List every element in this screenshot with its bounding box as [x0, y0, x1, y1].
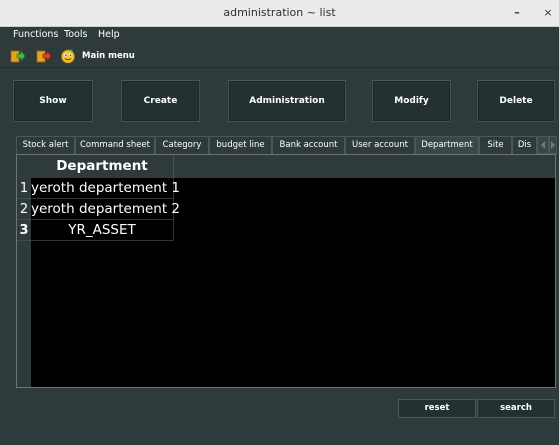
tab-bank-account[interactable]: Bank account: [272, 136, 345, 154]
tab-user-account[interactable]: User account: [345, 136, 415, 154]
close-button[interactable]: ×: [539, 4, 557, 22]
menu-tools[interactable]: Tools: [64, 29, 87, 40]
column-header-row: Department: [31, 155, 555, 178]
menu-bar: Functions Tools Help: [0, 27, 559, 44]
smiley-face-icon[interactable]: [60, 48, 76, 64]
column-header-department[interactable]: Department: [31, 155, 174, 178]
row-number[interactable]: 1: [17, 178, 31, 199]
table-cell[interactable]: yeroth departement 2: [31, 199, 180, 220]
menu-functions[interactable]: Functions: [13, 29, 58, 40]
modify-button[interactable]: Modify: [372, 80, 451, 122]
window-title: administration ~ list: [223, 6, 336, 19]
tab-department[interactable]: Department: [415, 136, 479, 154]
tab-dis[interactable]: Dis: [512, 136, 537, 154]
delete-button[interactable]: Delete: [477, 80, 555, 122]
application-window: administration ~ list – × Functions Tool…: [0, 0, 559, 445]
title-bar: administration ~ list – ×: [0, 0, 559, 27]
toolbar: Main menu: [0, 44, 559, 68]
chevron-right-icon: [551, 141, 555, 149]
menu-help[interactable]: Help: [98, 29, 120, 40]
logout-arrow-icon[interactable]: [36, 48, 52, 64]
table-cell[interactable]: yeroth departement 1: [31, 178, 180, 199]
tab-budget-line[interactable]: budget line: [209, 136, 272, 154]
tab-scroll-left[interactable]: [537, 136, 549, 154]
tab-command-sheet[interactable]: Command sheet: [75, 136, 155, 154]
table-cell[interactable]: YR_ASSET: [31, 220, 174, 241]
tab-category[interactable]: Category: [155, 136, 209, 154]
tab-stock-alert[interactable]: Stock alert: [16, 136, 75, 154]
tab-bar: Stock alert Command sheet Category budge…: [16, 136, 557, 154]
chevron-left-icon: [541, 141, 545, 149]
tab-scroll-right[interactable]: [549, 136, 557, 154]
reset-button[interactable]: reset: [398, 399, 476, 418]
row-header-column: 1 2 3: [17, 155, 31, 387]
department-table: 1 2 3 Department yeroth departement 1 ye…: [16, 154, 556, 388]
search-button[interactable]: search: [477, 399, 555, 418]
main-menu-label[interactable]: Main menu: [82, 51, 135, 61]
row-number-selected[interactable]: 3: [17, 220, 31, 241]
tab-site[interactable]: Site: [479, 136, 512, 154]
row-number[interactable]: 2: [17, 199, 31, 220]
minimize-button[interactable]: –: [508, 4, 526, 22]
exit-arrow-icon[interactable]: [10, 48, 26, 64]
create-button[interactable]: Create: [121, 80, 200, 122]
action-bar: Show Create Administration Modify Delete: [0, 68, 559, 130]
administration-button[interactable]: Administration: [228, 80, 346, 122]
show-button[interactable]: Show: [13, 80, 93, 122]
